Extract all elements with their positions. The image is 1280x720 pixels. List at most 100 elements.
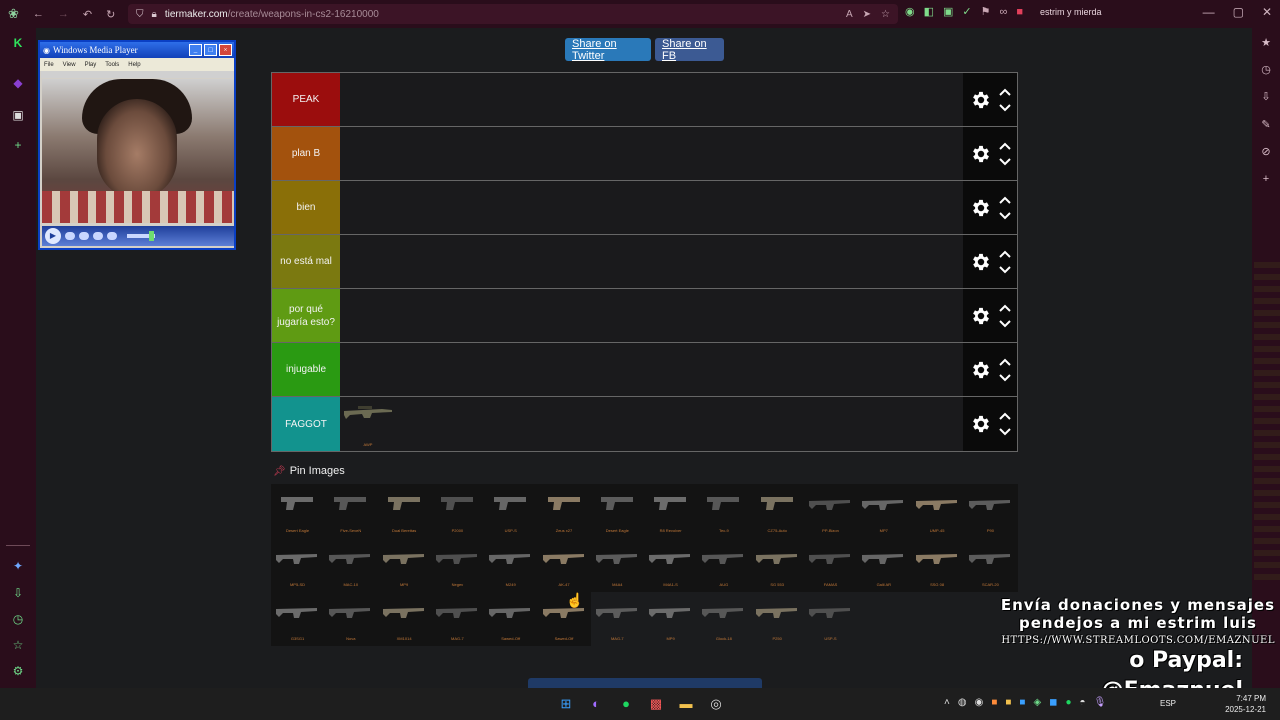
history-icon[interactable]: ◷ — [1259, 63, 1273, 77]
add-icon[interactable]: + — [1259, 173, 1273, 187]
share-fb-button[interactable]: Share on FB — [655, 38, 724, 62]
maximize-icon[interactable]: □ — [204, 44, 217, 56]
translate-icon[interactable]: A — [846, 9, 853, 20]
profile-icon[interactable]: ■ — [1016, 6, 1023, 18]
weapon-tile[interactable]: MP9 — [378, 538, 431, 590]
media-player-titlebar[interactable]: ◉ Windows Media Player _ □ × — [40, 42, 234, 58]
gear-icon[interactable] — [970, 413, 992, 435]
gear-icon[interactable] — [970, 197, 992, 219]
back-icon[interactable]: ← — [33, 8, 44, 20]
chevron-up-icon[interactable]: ˄ — [944, 697, 950, 708]
gear-icon[interactable] — [970, 251, 992, 273]
file-explorer-icon[interactable]: ▬ — [676, 694, 696, 714]
weapon-tile[interactable]: MP9 — [644, 592, 697, 644]
twitch-icon[interactable]: ◆ — [10, 76, 26, 92]
weapon-tile[interactable]: Tec-9 — [697, 484, 750, 536]
menu-help[interactable]: Help — [128, 62, 140, 68]
move-down-icon[interactable] — [998, 319, 1011, 329]
weapon-tile[interactable]: M4A4 — [591, 538, 644, 590]
microphone-icon[interactable]: 🎙︎ — [1094, 697, 1107, 708]
tier-label[interactable]: PEAK — [272, 73, 340, 126]
extension-icon[interactable]: ∞ — [1000, 6, 1008, 18]
tier-dropzone[interactable] — [340, 73, 963, 126]
weapon-tile[interactable]: Negev — [431, 538, 484, 590]
weapon-tile[interactable]: XM1014 — [378, 592, 431, 644]
tray-app-icon[interactable]: ■ — [991, 697, 997, 708]
seek-bar[interactable] — [41, 71, 233, 78]
tier-label[interactable]: bien — [272, 181, 340, 234]
move-up-icon[interactable] — [998, 195, 1011, 205]
tier-label[interactable]: FAGGOT — [272, 397, 340, 451]
mute-icon[interactable] — [107, 232, 117, 240]
move-down-icon[interactable] — [998, 103, 1011, 113]
tier-label[interactable]: injugable — [272, 343, 340, 396]
minimize-icon[interactable]: _ — [189, 44, 202, 56]
weapon-tile[interactable]: MAG-7 — [431, 592, 484, 644]
move-down-icon[interactable] — [998, 211, 1011, 221]
gear-icon[interactable] — [970, 89, 992, 111]
extension-icon[interactable]: ◧ — [924, 5, 934, 18]
browser-app-icon[interactable]: ◐ — [586, 694, 606, 714]
weapon-tile[interactable]: SG 553 — [751, 538, 804, 590]
tray-app-icon[interactable]: ◼ — [1049, 697, 1057, 708]
spotify-tray-icon[interactable]: ● — [1065, 697, 1071, 708]
move-down-icon[interactable] — [998, 157, 1011, 167]
weapon-tile[interactable]: P90 — [964, 484, 1017, 536]
tier-dropzone[interactable] — [340, 289, 963, 342]
gear-icon[interactable] — [970, 305, 992, 327]
close-icon[interactable]: × — [219, 44, 232, 56]
move-up-icon[interactable] — [998, 249, 1011, 259]
weapon-tile[interactable]: AUG — [697, 538, 750, 590]
tier-label[interactable]: por qué jugaría esto? — [272, 289, 340, 342]
weapon-tile[interactable]: P250 — [751, 592, 804, 644]
tier-dropzone[interactable]: AWP — [340, 397, 963, 451]
tray-app-icon[interactable]: ■ — [1005, 697, 1011, 708]
weapon-tile[interactable]: USP-S — [484, 484, 537, 536]
shield-icon[interactable]: ⛉ — [136, 9, 144, 20]
save-button-partial[interactable] — [528, 678, 762, 688]
weapon-tile[interactable]: M249 — [484, 538, 537, 590]
gear-icon[interactable] — [970, 359, 992, 381]
tier-label[interactable]: no está mal — [272, 235, 340, 288]
tool-icon[interactable]: ⊘ — [1259, 145, 1273, 159]
downloads-icon[interactable]: ⇩ — [10, 586, 26, 602]
tray-app-icon[interactable]: ■ — [1019, 697, 1025, 708]
profile-label[interactable]: estrim y mierda — [1040, 7, 1102, 17]
kick-icon[interactable]: K — [10, 36, 26, 52]
weapon-tile[interactable]: CZ75-Auto — [751, 484, 804, 536]
tray-app-icon[interactable]: ◈ — [1033, 697, 1041, 708]
weapon-tile[interactable]: Dual Berettas — [378, 484, 431, 536]
next-icon[interactable] — [93, 232, 103, 240]
address-bar[interactable]: ⛉ 🔒︎ tiermaker.com/create/weapons-in-cs2… — [128, 4, 898, 24]
maximize-icon[interactable]: ▢ — [1233, 5, 1244, 19]
weapon-tile[interactable]: Desert Eagle — [591, 484, 644, 536]
bookmark-star-icon[interactable]: ☆ — [881, 9, 890, 20]
sparkle-icon[interactable]: ✦ — [10, 559, 26, 575]
move-down-icon[interactable] — [998, 373, 1011, 383]
pen-icon[interactable]: ✎ — [1259, 118, 1273, 132]
weapon-tile[interactable]: USP-S — [804, 592, 857, 644]
tier-dropzone[interactable] — [340, 127, 963, 180]
send-icon[interactable]: ➤ — [863, 9, 871, 20]
download-icon[interactable]: ⇩ — [1259, 90, 1273, 104]
tier-dropzone[interactable] — [340, 235, 963, 288]
tier-dropzone[interactable] — [340, 343, 963, 396]
extension-icon[interactable]: ⚑ — [981, 5, 991, 18]
weapon-tile[interactable]: Five-SeveN — [324, 484, 377, 536]
move-up-icon[interactable] — [998, 303, 1011, 313]
tier-item-awp[interactable]: AWP — [342, 401, 394, 447]
menu-play[interactable]: Play — [85, 62, 97, 68]
history-icon[interactable]: ◷ — [10, 612, 26, 628]
weapon-tile[interactable]: MAG-7 — [591, 592, 644, 644]
volume-slider[interactable] — [127, 231, 155, 241]
steam-icon[interactable]: ◓ — [1080, 697, 1086, 708]
pin-images-toggle[interactable]: 📌︎ Pin Images — [273, 465, 345, 477]
settings-icon[interactable]: ⚙ — [10, 664, 26, 680]
weapon-tile[interactable]: Desert Eagle — [271, 484, 324, 536]
move-up-icon[interactable] — [998, 87, 1011, 97]
language-indicator[interactable]: ESP — [1160, 699, 1176, 708]
weapon-tile[interactable]: UMP-45 — [911, 484, 964, 536]
share-twitter-button[interactable]: Share on Twitter — [565, 38, 651, 62]
stop-icon[interactable] — [65, 232, 75, 240]
move-down-icon[interactable] — [998, 427, 1011, 437]
